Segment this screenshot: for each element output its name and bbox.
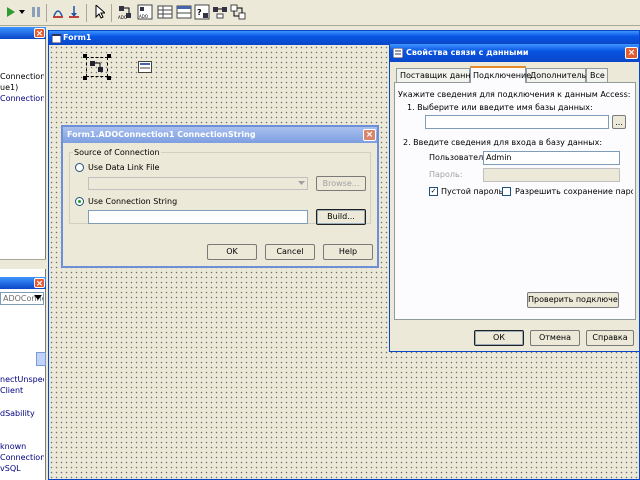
close-icon[interactable]: × — [34, 28, 45, 39]
selection-handle[interactable] — [107, 54, 111, 58]
property-value[interactable]: dSability — [0, 409, 44, 418]
close-icon[interactable]: × — [625, 47, 638, 59]
ado-connection-icon — [90, 61, 103, 72]
toolbar: ADO ADO ? — [0, 0, 640, 26]
help-button[interactable]: Справка — [586, 330, 634, 346]
scrollbar[interactable] — [0, 259, 46, 269]
step1-label: 1. Выберите или введите имя базы данных: — [407, 103, 593, 112]
test-connection-button[interactable]: Проверить подключение — [527, 292, 619, 308]
close-icon[interactable]: × — [363, 129, 376, 141]
connstring-label[interactable]: Use Connection String — [88, 197, 177, 206]
rds-connection-icon[interactable] — [230, 4, 246, 20]
instruction-text: Укажите сведения для подключения к данны… — [398, 90, 631, 99]
toolbar-separator — [86, 4, 87, 22]
save-password-checkbox[interactable] — [502, 187, 511, 196]
close-icon[interactable]: × — [34, 278, 45, 289]
database-browse-button[interactable]: ... — [612, 115, 626, 129]
datalink-dialog: Свойства связи с данными × Поставщик дан… — [389, 43, 640, 352]
source-group: Source of Connection Use Data Link File … — [69, 148, 371, 225]
ado-table-icon — [140, 63, 150, 69]
ado-connection-component[interactable] — [86, 57, 108, 77]
selection-handle[interactable] — [83, 76, 87, 80]
step-over-icon[interactable] — [52, 6, 64, 18]
group-label: Source of Connection — [73, 148, 161, 157]
datalink-combo[interactable] — [88, 177, 308, 190]
property-value[interactable]: nectUnspec — [0, 375, 44, 384]
scrollbar[interactable] — [36, 352, 46, 366]
save-password-label[interactable]: Разрешить сохранение пароля — [515, 187, 633, 196]
property-value[interactable]: vSQL — [0, 464, 44, 473]
connstring-radio[interactable] — [75, 197, 84, 206]
toolbar-separator — [111, 4, 112, 22]
left-line: ue1) — [0, 83, 19, 92]
step2-label: 2. Введите сведения для входа в базу дан… — [403, 138, 603, 147]
tab-panel: Укажите сведения для подключения к данны… — [394, 82, 636, 320]
ok-button[interactable]: ОК — [474, 330, 524, 346]
password-label: Пароль: — [429, 170, 463, 179]
user-label: Пользователь: — [429, 153, 491, 162]
selection-handle[interactable] — [83, 54, 87, 58]
form-title: Form1 — [63, 33, 92, 42]
property-value[interactable]: known — [0, 442, 44, 451]
connstring-dialog-titlebar: Form1.ADOConnection1 ConnectionString — [63, 127, 377, 143]
toolbar-separator — [46, 4, 47, 22]
datalink-dialog-titlebar: Свойства связи с данными — [390, 44, 639, 62]
trace-into-icon[interactable] — [68, 6, 80, 18]
blank-password-checkbox[interactable]: ✓ — [429, 187, 438, 196]
dialog-title: Form1.ADOConnection1 ConnectionString — [67, 130, 256, 139]
property-value[interactable]: Connection1 — [0, 453, 44, 462]
tab-all[interactable]: Все — [586, 68, 608, 82]
selection-handle[interactable] — [107, 76, 111, 80]
svg-text:?: ? — [197, 8, 202, 17]
password-input[interactable] — [483, 168, 620, 182]
datalink-label[interactable]: Use Data Link File — [88, 163, 159, 172]
cancel-button[interactable]: Отмена — [530, 330, 580, 346]
dialog-title: Свойства связи с данными — [406, 48, 529, 57]
left-line: Connection{ — [0, 72, 44, 81]
chevron-down-icon[interactable] — [298, 181, 305, 186]
datalink-radio[interactable] — [75, 163, 84, 172]
help-button[interactable]: Help — [323, 244, 373, 260]
pause-icon[interactable] — [31, 7, 41, 17]
tab-advanced[interactable]: Дополнительно — [526, 68, 596, 82]
pointer-icon[interactable] — [95, 5, 105, 19]
blank-password-label[interactable]: Пустой пароль — [441, 187, 503, 196]
ado-stored-proc-icon[interactable] — [212, 4, 228, 20]
datalink-icon — [393, 48, 403, 58]
ok-button[interactable]: OK — [207, 244, 257, 260]
run-dropdown-icon[interactable] — [19, 10, 25, 14]
user-input[interactable]: Admin — [483, 151, 620, 165]
connstring-input[interactable] — [88, 210, 308, 224]
ado-command-icon[interactable]: ADO — [137, 4, 153, 20]
ado-query-icon[interactable]: ? — [194, 4, 210, 20]
chevron-down-icon[interactable] — [34, 295, 42, 301]
cancel-button[interactable]: Cancel — [265, 244, 315, 260]
ado-table-component[interactable] — [138, 61, 152, 73]
left-panel: × Connection{ ue1) Connection1 × ADOConn… — [0, 27, 46, 480]
ado-dataset-icon[interactable] — [157, 4, 173, 20]
build-button[interactable]: Build... — [316, 209, 366, 225]
ado-connection-icon[interactable]: ADO — [117, 4, 133, 20]
run-icon[interactable] — [6, 7, 16, 17]
left-line: Connection1 — [0, 94, 44, 103]
tab-connection[interactable]: Подключение — [470, 66, 531, 83]
svg-text:ADO: ADO — [139, 14, 148, 19]
connstring-dialog: Form1.ADOConnection1 ConnectionString × … — [61, 125, 379, 268]
browse-button[interactable]: Browse... — [316, 176, 366, 191]
ado-table-icon[interactable] — [176, 4, 192, 20]
property-value[interactable]: Client — [0, 386, 44, 395]
database-name-input[interactable] — [425, 115, 609, 129]
form-icon — [52, 34, 61, 43]
svg-text:ADO: ADO — [118, 15, 127, 20]
tab-provider[interactable]: Поставщик данных — [396, 68, 482, 82]
